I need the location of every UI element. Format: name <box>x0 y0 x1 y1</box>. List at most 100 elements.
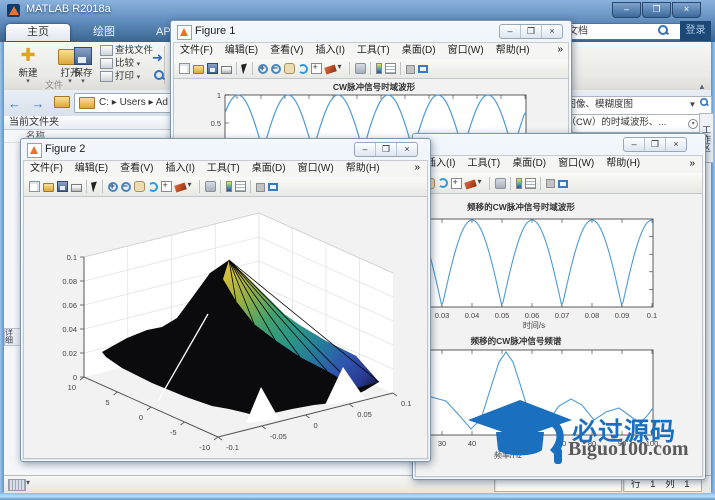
menu-item[interactable]: 查看(V) <box>114 161 159 177</box>
menu-item[interactable]: 查看(V) <box>264 43 309 59</box>
pan-icon[interactable] <box>284 63 295 74</box>
close-button[interactable]: × <box>541 25 562 38</box>
search-suggestion-row[interactable]: 号（CW）的时域波形、... ▾ × <box>552 115 712 133</box>
minimize-button[interactable]: – <box>355 143 375 156</box>
open-folder-icon[interactable] <box>193 65 204 74</box>
zoom-out-icon[interactable] <box>271 64 281 74</box>
open-folder-icon[interactable] <box>43 183 54 192</box>
maximize-button[interactable]: ❐ <box>375 143 396 156</box>
insert-colorbar-icon[interactable] <box>376 63 382 74</box>
menu-item[interactable]: 窗口(W) <box>442 43 490 59</box>
menu-overflow-chevron[interactable]: » <box>557 44 563 55</box>
menu-item[interactable]: 桌面(D) <box>396 43 442 59</box>
figure3-titlebar[interactable]: – ❐ × <box>413 134 705 155</box>
menu-item[interactable]: 文件(F) <box>174 43 219 59</box>
data-cursor-icon[interactable] <box>311 63 322 74</box>
insert-legend-icon[interactable] <box>525 178 536 189</box>
close-button[interactable]: × <box>672 2 701 18</box>
find-icon[interactable] <box>154 70 164 80</box>
print-button[interactable]: 打印 ▾ <box>100 70 162 83</box>
status-grip-caret[interactable]: ▾ <box>26 478 30 487</box>
status-grip-icon[interactable] <box>8 479 26 491</box>
menu-item[interactable]: 插入(I) <box>159 161 200 177</box>
zoom-out-icon[interactable] <box>121 182 131 192</box>
new-doc-icon[interactable] <box>179 63 190 74</box>
dock-figure-icon[interactable] <box>558 180 568 188</box>
menu-item[interactable]: 编辑(E) <box>219 43 264 59</box>
brush-icon[interactable] <box>174 182 187 192</box>
dock-small-icon[interactable] <box>256 183 265 192</box>
data-cursor-icon[interactable] <box>451 178 462 189</box>
dock-figure-icon[interactable] <box>418 65 428 73</box>
main-titlebar[interactable]: MATLAB R2018a – ❐ × <box>0 0 715 20</box>
maximize-button[interactable]: ❐ <box>642 2 671 18</box>
back-arrow-icon[interactable]: ← <box>8 96 21 111</box>
menu-item[interactable]: 插入(I) <box>309 43 350 59</box>
menu-item[interactable]: 窗口(W) <box>552 156 600 172</box>
data-cursor-icon[interactable] <box>161 181 172 192</box>
dropdown-icon[interactable] <box>339 63 345 74</box>
new-doc-icon[interactable] <box>29 181 40 192</box>
insert-colorbar-icon[interactable] <box>516 178 522 189</box>
menu-overflow-chevron[interactable]: » <box>689 158 695 169</box>
menu-item[interactable]: 窗口(W) <box>292 161 340 177</box>
menu-item[interactable]: 帮助(H) <box>490 43 536 59</box>
zoom-in-icon[interactable] <box>258 64 268 74</box>
dropdown-icon[interactable] <box>479 178 485 189</box>
menu-item[interactable]: 桌面(D) <box>506 156 552 172</box>
save-icon[interactable] <box>57 181 68 192</box>
link-plots-icon[interactable] <box>495 178 506 189</box>
folder-up-icon[interactable] <box>54 96 70 108</box>
rotate-3d-icon[interactable] <box>298 64 308 74</box>
pan-icon[interactable] <box>134 181 145 192</box>
menu-item[interactable]: 工具(T) <box>351 43 396 59</box>
rotate-3d-icon[interactable] <box>438 178 448 188</box>
link-plots-icon[interactable] <box>355 63 366 74</box>
menu-item[interactable]: 帮助(H) <box>340 161 386 177</box>
brush-icon[interactable] <box>324 64 337 74</box>
menu-item[interactable]: 帮助(H) <box>600 156 646 172</box>
sign-in-button[interactable]: 登录 <box>680 21 711 41</box>
maximize-button[interactable]: ❐ <box>520 25 541 38</box>
chevron-down-icon[interactable]: ▼ <box>688 100 696 109</box>
link-plots-icon[interactable] <box>205 181 216 192</box>
menu-item[interactable]: 桌面(D) <box>246 161 292 177</box>
import-data-icon[interactable]: ➜ <box>152 50 163 66</box>
minimize-button[interactable]: – <box>624 138 644 151</box>
dock-figure-icon[interactable] <box>268 183 278 191</box>
menu-item[interactable]: 文件(F) <box>24 161 69 177</box>
search-icon[interactable] <box>658 25 668 35</box>
menu-item[interactable]: 编辑(E) <box>69 161 114 177</box>
search-icon[interactable] <box>700 98 708 106</box>
menu-overflow-chevron[interactable]: » <box>414 162 420 173</box>
dropdown-icon[interactable] <box>189 181 195 192</box>
insert-colorbar-icon[interactable] <box>226 181 232 192</box>
minimize-button[interactable]: – <box>500 25 520 38</box>
dock-small-icon[interactable] <box>546 179 555 188</box>
brush-icon[interactable] <box>464 179 477 189</box>
history-icon[interactable]: ▾ <box>688 119 698 129</box>
insert-legend-icon[interactable] <box>235 181 246 192</box>
menu-item[interactable]: 工具(T) <box>201 161 246 177</box>
zoom-in-icon[interactable] <box>108 182 118 192</box>
tab-home[interactable]: 主页 <box>6 24 70 41</box>
details-panel-tab[interactable]: 详细 <box>4 328 21 346</box>
tab-plots[interactable]: 绘图 <box>72 24 136 41</box>
figure2-titlebar[interactable]: Figure 2 – ❐ × <box>21 139 430 160</box>
pointer-icon[interactable] <box>91 181 99 192</box>
search-history-combo[interactable]: 成图像、模糊度图 ▼ <box>552 96 712 115</box>
dock-small-icon[interactable] <box>406 65 415 74</box>
figure1-titlebar[interactable]: Figure 1 – ❐ × <box>171 21 571 42</box>
save-icon[interactable] <box>207 63 218 74</box>
print-icon[interactable] <box>221 66 232 74</box>
rotate-3d-icon[interactable] <box>148 182 158 192</box>
menu-item[interactable]: 工具(T) <box>461 156 506 172</box>
print-icon[interactable] <box>71 184 82 192</box>
close-button[interactable]: × <box>396 143 417 156</box>
close-button[interactable]: × <box>665 138 686 151</box>
pointer-icon[interactable] <box>241 63 249 74</box>
forward-arrow-icon[interactable]: → <box>31 96 44 111</box>
minimize-button[interactable]: – <box>612 2 641 18</box>
insert-legend-icon[interactable] <box>385 63 396 74</box>
maximize-button[interactable]: ❐ <box>644 138 665 151</box>
